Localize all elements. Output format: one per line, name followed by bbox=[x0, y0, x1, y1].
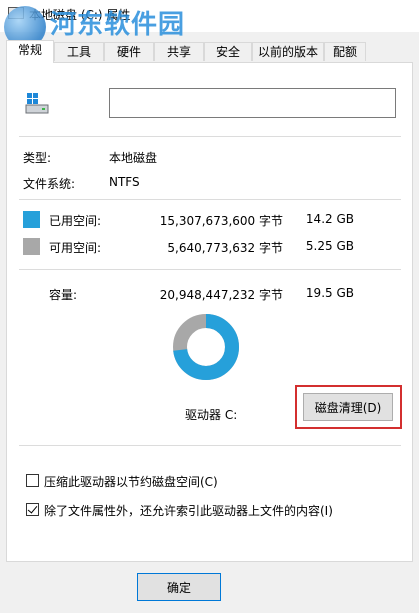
divider bbox=[19, 445, 401, 446]
divider bbox=[19, 199, 401, 200]
tab-previous-versions[interactable]: 以前的版本 bbox=[252, 42, 324, 61]
filesystem-label: 文件系统: bbox=[23, 177, 76, 191]
free-space-size: 5.25 GB bbox=[305, 239, 354, 253]
tab-quota[interactable]: 配额 bbox=[324, 42, 366, 61]
tab-general[interactable]: 常规 bbox=[6, 40, 54, 63]
capacity-size: 19.5 GB bbox=[305, 286, 354, 300]
free-space-label: 可用空间: bbox=[49, 241, 102, 255]
tab-security[interactable]: 安全 bbox=[204, 42, 252, 61]
used-space-size: 14.2 GB bbox=[305, 212, 354, 226]
windows-drive-icon bbox=[25, 93, 49, 114]
capacity-bytes: 20,948,447,232 字节 bbox=[159, 288, 283, 302]
drive-name-input[interactable] bbox=[109, 88, 396, 118]
allow-indexing-checkbox[interactable] bbox=[26, 503, 39, 516]
window-title: 本地磁盘 (C:) 属性 bbox=[29, 8, 131, 22]
title-bar: 本地磁盘 (C:) 属性 bbox=[0, 0, 419, 32]
tab-sharing[interactable]: 共享 bbox=[154, 42, 204, 61]
compress-drive-label: 压缩此驱动器以节约磁盘空间(C) bbox=[44, 475, 218, 489]
used-space-swatch bbox=[23, 211, 40, 228]
compress-drive-checkbox[interactable] bbox=[26, 474, 39, 487]
ok-button[interactable]: 确定 bbox=[137, 573, 221, 601]
free-space-swatch bbox=[23, 238, 40, 255]
type-value: 本地磁盘 bbox=[109, 151, 158, 165]
allow-indexing-label: 除了文件属性外，还允许索引此驱动器上文件的内容(I) bbox=[44, 504, 333, 518]
tab-tools[interactable]: 工具 bbox=[54, 42, 104, 61]
drive-letter-label: 驱动器 C: bbox=[185, 408, 238, 422]
divider bbox=[19, 269, 401, 270]
filesystem-value: NTFS bbox=[109, 175, 140, 189]
free-space-bytes: 5,640,773,632 字节 bbox=[167, 241, 283, 255]
tab-strip: 常规 工具 硬件 共享 安全 以前的版本 配额 bbox=[6, 40, 413, 63]
used-space-label: 已用空间: bbox=[49, 214, 102, 228]
general-panel: 类型: 本地磁盘 文件系统: NTFS 已用空间: 15,307,673,600… bbox=[6, 62, 413, 562]
usage-donut-chart bbox=[173, 314, 239, 380]
drive-icon bbox=[8, 7, 24, 19]
divider bbox=[19, 136, 401, 137]
tab-hardware[interactable]: 硬件 bbox=[104, 42, 154, 61]
type-label: 类型: bbox=[23, 151, 52, 165]
capacity-label: 容量: bbox=[49, 288, 78, 302]
used-space-bytes: 15,307,673,600 字节 bbox=[159, 214, 283, 228]
disk-cleanup-button[interactable]: 磁盘清理(D) bbox=[303, 393, 393, 421]
